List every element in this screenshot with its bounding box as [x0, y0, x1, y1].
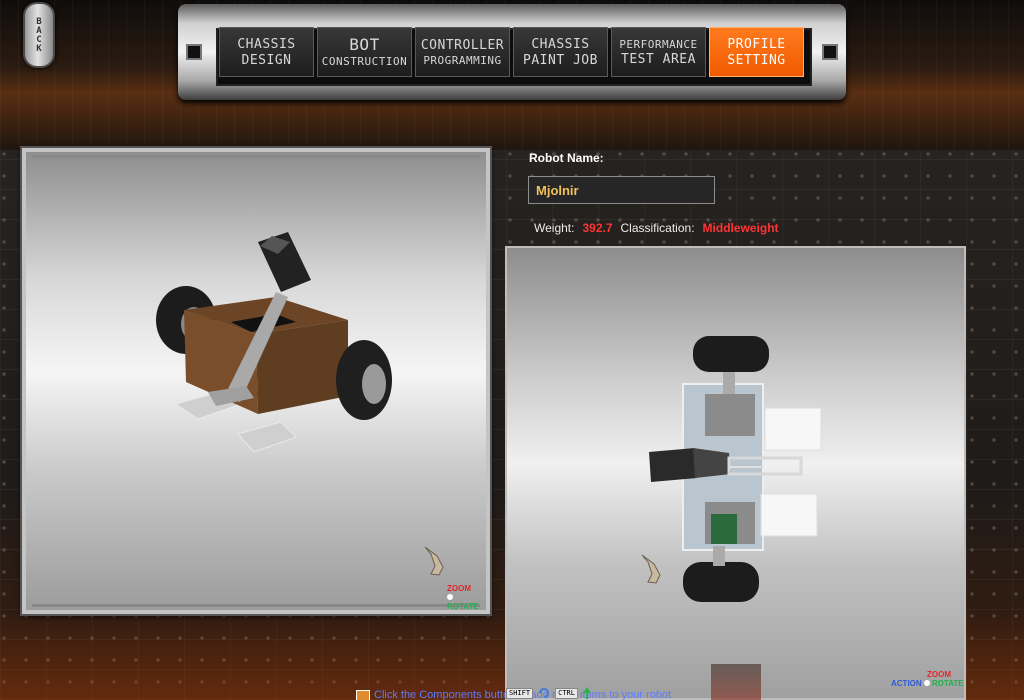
control-dot	[923, 680, 930, 686]
tab-label-line1: CHASSIS	[237, 36, 296, 52]
pointer-hand-icon	[641, 554, 661, 584]
robot-name-label: Robot Name:	[529, 151, 604, 165]
robot-topdown-render	[649, 336, 822, 602]
robot-3d-viewport[interactable]: ZOOM ROTATE	[22, 148, 490, 614]
tab-label-line2: CONSTRUCTION	[321, 55, 408, 68]
tab-chassis-paint-job[interactable]: CHASSIS PAINT JOB	[513, 27, 608, 77]
info-icon	[356, 690, 370, 700]
tab-label-line2: SETTING	[727, 52, 786, 68]
robot-perspective-render	[156, 232, 392, 453]
shift-key: SHIFT	[506, 687, 534, 699]
tab-profile-setting[interactable]: PROFILE SETTING	[709, 27, 804, 77]
back-button-label: BACK	[34, 17, 44, 53]
tab-label-line1: CHASSIS	[531, 36, 590, 52]
robot-topdown-viewport[interactable]: ZOOM ACTION ROTATE	[505, 246, 966, 700]
weight-value: 392.7	[582, 221, 613, 235]
rotate-label: ROTATE	[447, 602, 479, 611]
rotate-arrow-icon	[539, 688, 550, 698]
control-dot	[447, 594, 453, 600]
pointer-hand-icon	[424, 546, 444, 576]
zoom-label: ZOOM	[447, 584, 471, 593]
robot-name-input[interactable]	[528, 176, 715, 204]
rotate-label: ROTATE	[931, 679, 964, 688]
component-thumbnail[interactable]	[711, 664, 761, 700]
tab-label-line2: DESIGN	[241, 52, 292, 68]
robot-stats: Weight: 392.7 Classification: Middleweig…	[534, 221, 779, 235]
key-hints: SHIFT CTRL	[506, 686, 592, 700]
action-label: ACTION	[891, 679, 922, 688]
zoom-rotate-indicator: ZOOM ROTATE	[447, 584, 486, 611]
tab-label-line1: CONTROLLER	[420, 37, 505, 53]
zoom-label: ZOOM	[927, 670, 951, 679]
action-zoom-rotate-indicator: ZOOM ACTION ROTATE	[891, 670, 964, 688]
classification-value: Middleweight	[702, 221, 779, 235]
back-button[interactable]: BACK	[23, 2, 55, 68]
tab-label-line1: BOT	[349, 35, 380, 54]
up-arrow-icon	[582, 687, 591, 699]
tab-label-line1: PERFORMANCE	[619, 37, 698, 51]
tab-controller-programming[interactable]: CONTROLLER PROGRAMMING	[415, 27, 510, 77]
tab-performance-test-area[interactable]: PERFORMANCE TEST AREA	[611, 27, 706, 77]
tab-label-line2: PAINT JOB	[523, 52, 598, 68]
ctrl-key: CTRL	[555, 687, 578, 699]
tab-label-line2: TEST AREA	[621, 51, 696, 67]
tab-chassis-design[interactable]: CHASSIS DESIGN	[219, 27, 314, 77]
tab-label-line1: PROFILE	[727, 36, 786, 52]
tab-bot-construction[interactable]: BOT CONSTRUCTION	[317, 27, 412, 77]
classification-label: Classification:	[620, 221, 695, 235]
weight-label: Weight:	[534, 221, 575, 235]
tab-label-line2: PROGRAMMING	[423, 53, 502, 67]
